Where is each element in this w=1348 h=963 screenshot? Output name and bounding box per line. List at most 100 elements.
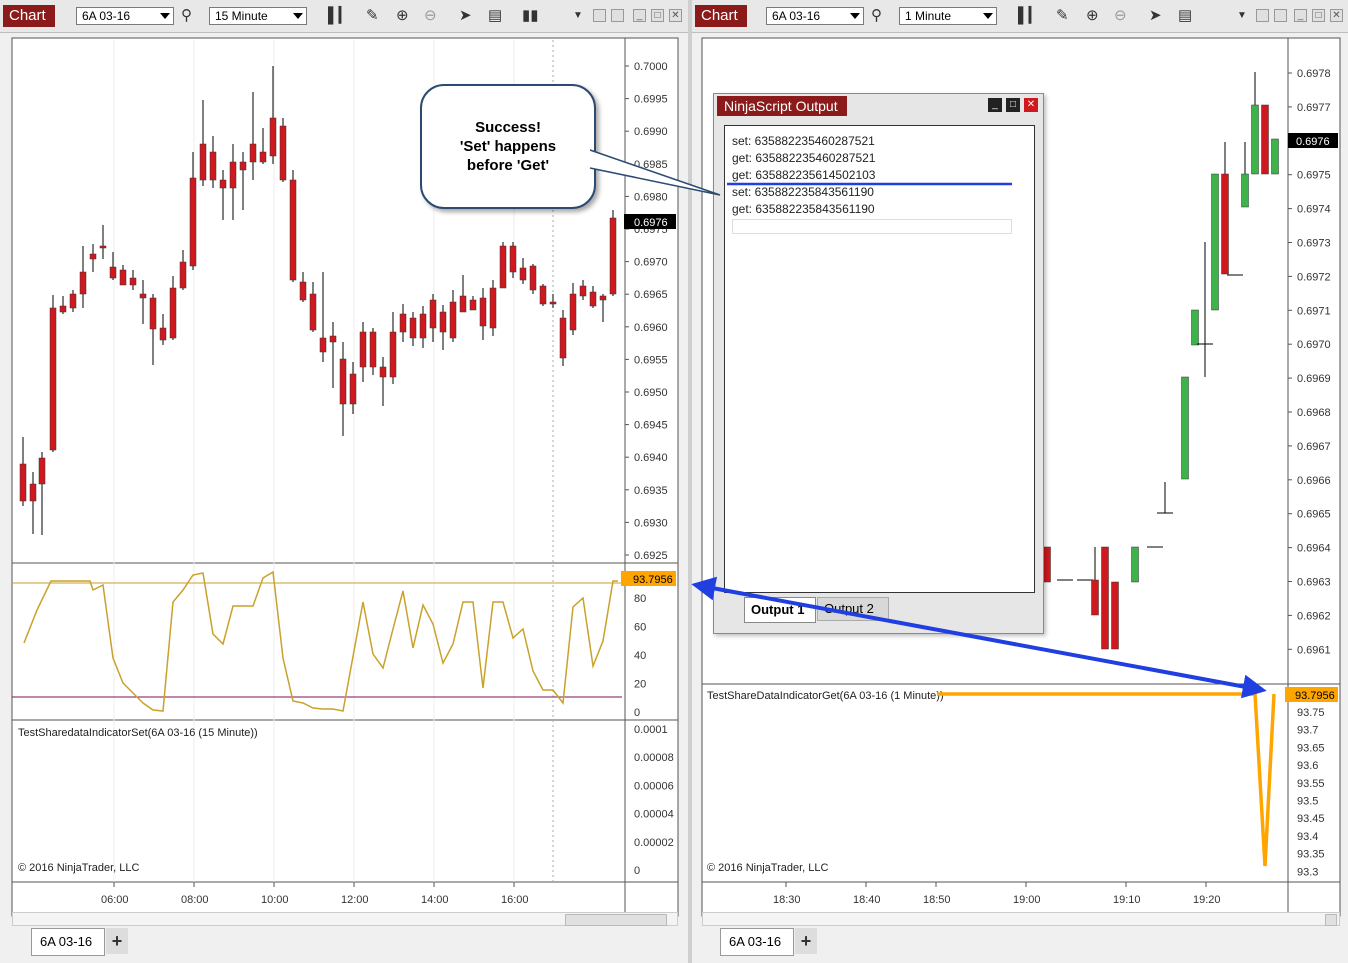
left-horizontal-scrollbar[interactable] [12, 912, 678, 926]
left-ind-tick-label: 0.00008 [634, 752, 674, 764]
restore-icon[interactable] [1274, 9, 1287, 22]
left-chart-tab[interactable]: Chart [3, 5, 55, 27]
output-text-area[interactable]: set: 635882235460287521 get: 63588223546… [724, 125, 1035, 593]
candle-body [409, 317, 417, 339]
left-price-tick-label: 0.6925 [634, 550, 668, 562]
right-interval-select[interactable]: 1 Minute [899, 7, 997, 25]
candle-body [179, 261, 187, 289]
left-price-tick-label: 0.6985 [634, 159, 668, 171]
output-line: set: 635882235843561190 [732, 185, 874, 199]
candle-body [209, 151, 217, 181]
left-interval-select[interactable]: 15 Minute [209, 7, 307, 25]
right-ind-tag-text: 93.7956 [1295, 690, 1335, 702]
right-ind-tick-label: 93.4 [1297, 831, 1318, 843]
candle-body [69, 293, 77, 309]
candle-body [359, 331, 367, 368]
ninjascript-output-window[interactable]: NinjaScript Output _ □ ✕ set: 6358822354… [713, 93, 1044, 634]
candle-body [199, 143, 207, 181]
left-time-tick-label: 10:00 [261, 894, 289, 906]
close-icon[interactable]: ✕ [669, 9, 682, 22]
data-box-icon[interactable]: ▤ [488, 6, 502, 26]
right-ind-tick-label: 93.75 [1297, 707, 1325, 719]
left-add-tab-icon[interactable]: + [106, 928, 128, 954]
maximize-icon[interactable]: □ [1312, 9, 1325, 22]
minimize-icon[interactable]: _ [988, 98, 1002, 112]
right-price-tick-label: 0.6969 [1297, 373, 1331, 385]
left-time-tick-label: 12:00 [341, 894, 369, 906]
bar-style-icon[interactable]: ▌▎ [328, 6, 350, 26]
zoom-in-icon[interactable]: ⊕ [1086, 6, 1099, 26]
menu-dropdown-icon[interactable]: ▼ [573, 6, 583, 26]
output-input-box[interactable] [732, 219, 1012, 234]
candle-body [449, 301, 457, 339]
left-price-tick-label: 0.6960 [634, 322, 668, 334]
output-line: get: 635882235614502103 [732, 168, 876, 182]
right-horizontal-scrollbar[interactable] [702, 912, 1340, 926]
tab-output-1[interactable]: Output 1 [744, 597, 816, 623]
candle-body [559, 317, 567, 359]
maximize-icon[interactable]: □ [651, 9, 664, 22]
left-price-tag-text: 0.6976 [634, 217, 668, 229]
right-instrument-select[interactable]: 6A 03-16 [766, 7, 864, 25]
restore-icon[interactable] [611, 9, 624, 22]
candle-body [579, 285, 587, 297]
search-icon[interactable]: ⚲ [871, 6, 882, 26]
candle-body [59, 305, 67, 313]
pin-icon[interactable] [593, 9, 606, 22]
candle-body [269, 117, 277, 157]
pin-icon[interactable] [1256, 9, 1269, 22]
right-time-tick-label: 18:30 [773, 894, 801, 906]
zoom-in-icon[interactable]: ⊕ [396, 6, 409, 26]
right-scroll-thumb[interactable] [1325, 914, 1337, 926]
candle-body [509, 245, 517, 273]
candle-body [89, 253, 97, 260]
bar-style-icon[interactable]: ▌▎ [1018, 6, 1040, 26]
candle-body [109, 266, 117, 279]
candle-body [259, 151, 267, 163]
left-scroll-thumb[interactable] [565, 914, 667, 926]
minimize-icon[interactable]: _ [633, 9, 646, 22]
left-price-tick-label: 0.6950 [634, 387, 668, 399]
right-price-tick-label: 0.6966 [1297, 475, 1331, 487]
output-window-title[interactable]: NinjaScript Output [717, 96, 847, 116]
candle-body [1111, 581, 1119, 650]
left-ind-tick-label: 0.00002 [634, 837, 674, 849]
menu-dropdown-icon[interactable]: ▼ [1237, 6, 1247, 26]
right-indicator-label: TestShareDataIndicatorGet(6A 03-16 (1 Mi… [707, 690, 944, 702]
right-price-tick-label: 0.6968 [1297, 407, 1331, 419]
candle-body [119, 269, 127, 286]
right-price-tick-label: 0.6967 [1297, 441, 1331, 453]
candle-body [499, 245, 507, 289]
left-instrument-select[interactable]: 6A 03-16 [76, 7, 174, 25]
maximize-icon[interactable]: □ [1006, 98, 1020, 112]
data-box-icon[interactable]: ▤ [1178, 6, 1192, 26]
candle-body [19, 463, 27, 502]
pencil-icon[interactable]: ✎ [1056, 6, 1069, 26]
close-icon[interactable]: ✕ [1024, 98, 1038, 112]
search-icon[interactable]: ⚲ [181, 6, 192, 26]
left-price-tick-label: 0.6970 [634, 257, 668, 269]
right-add-tab-icon[interactable]: + [795, 928, 817, 954]
right-ind-tick-label: 93.5 [1297, 796, 1318, 808]
pointer-icon[interactable]: ➤ [459, 6, 472, 26]
right-price-tick-label: 0.6972 [1297, 271, 1331, 283]
candle-body [309, 293, 317, 331]
candle-body [189, 177, 197, 267]
output-line: get: 635882235843561190 [732, 202, 875, 216]
minimize-icon[interactable]: _ [1294, 9, 1307, 22]
callout-line: 'Set' happens [459, 138, 557, 155]
right-chart-tab[interactable]: Chart [695, 5, 747, 27]
candle-body [1211, 173, 1219, 311]
left-osc-tick-label: 40 [634, 650, 646, 662]
left-bottom-tab[interactable]: 6A 03-16 [31, 928, 105, 956]
candle-body [1091, 579, 1099, 616]
pencil-icon[interactable]: ✎ [366, 6, 379, 26]
bars-control-icon[interactable]: ▮▮ [522, 6, 539, 26]
right-bottom-tab[interactable]: 6A 03-16 [720, 928, 794, 956]
candle-body [529, 265, 537, 291]
zoom-out-icon[interactable]: ⊖ [1114, 6, 1127, 26]
close-icon[interactable]: ✕ [1330, 9, 1343, 22]
zoom-out-icon[interactable]: ⊖ [424, 6, 437, 26]
tab-output-2[interactable]: Output 2 [817, 597, 889, 621]
pointer-icon[interactable]: ➤ [1149, 6, 1162, 26]
